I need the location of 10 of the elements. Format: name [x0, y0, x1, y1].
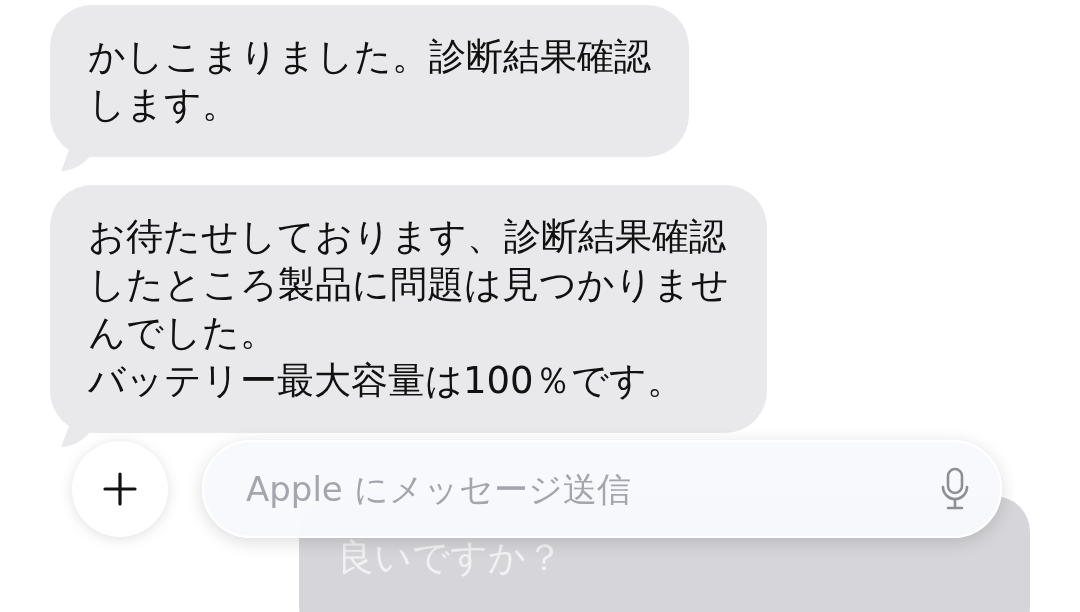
message-text-line: バッテリー最大容量は100％です。 — [88, 358, 684, 404]
message-text-line: します。 — [88, 82, 239, 128]
message-field[interactable]: Apple にメッセージ送信 — [202, 440, 1002, 538]
message-text-line: かしこまりました。診断結果確認 — [88, 34, 651, 80]
plus-icon — [103, 472, 137, 506]
message-text-line: したところ製品に問題は見つかりませ — [88, 262, 729, 308]
message-text-line: お待たせしております、診断結果確認 — [88, 214, 726, 260]
microphone-icon[interactable] — [940, 467, 970, 511]
message-text-line: んでした。 — [88, 310, 277, 356]
message-input[interactable]: Apple にメッセージ送信 — [244, 468, 940, 510]
